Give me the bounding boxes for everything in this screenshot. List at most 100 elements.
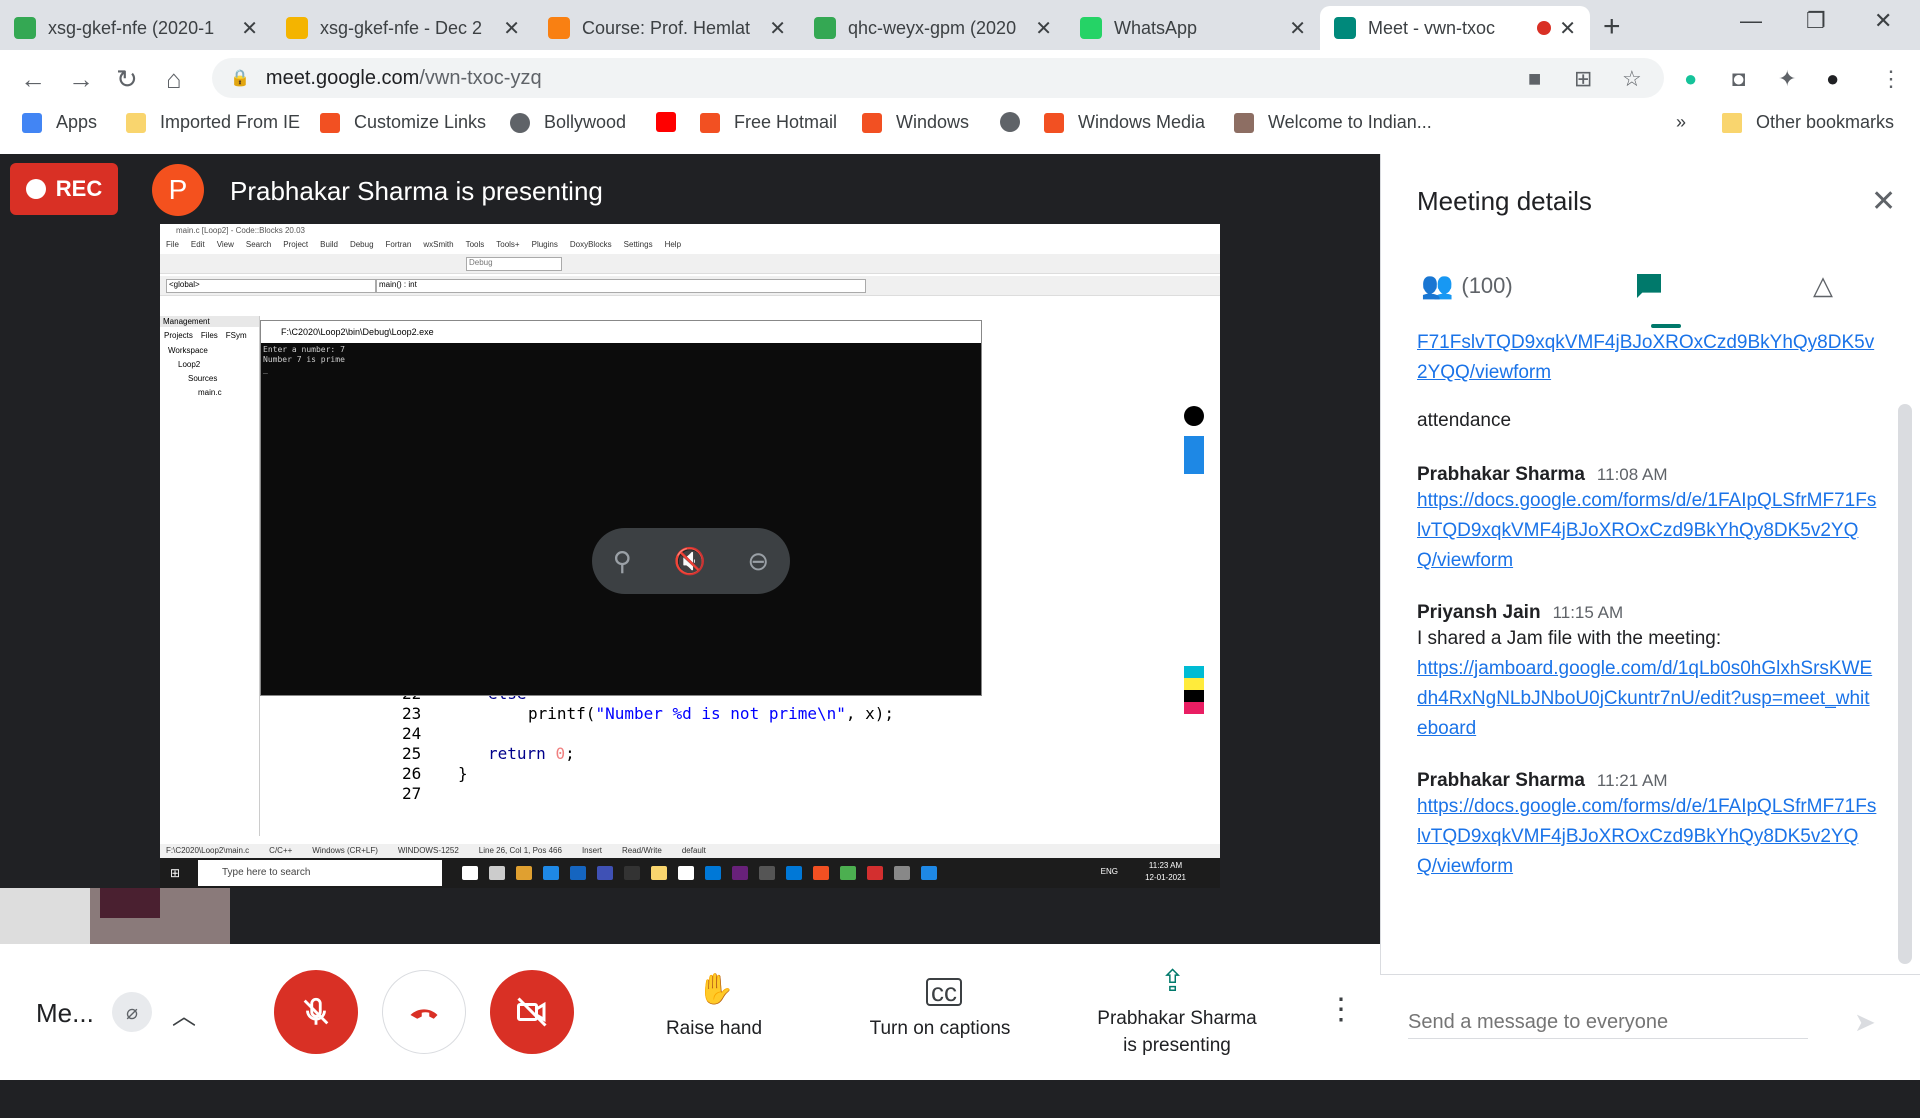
tab-people[interactable]: 👥 (100) <box>1421 270 1513 301</box>
tab-activities[interactable]: △ <box>1813 270 1833 301</box>
translate-icon[interactable]: ⊞ <box>1574 66 1592 92</box>
bookmark-item[interactable]: Imported From IE <box>126 112 300 133</box>
browser-tab[interactable]: xsg-gkef-nfe (2020-1 ✕ <box>0 6 272 50</box>
cursor-tool-icon <box>1184 436 1204 474</box>
self-view-video <box>0 888 90 946</box>
panel-title: Meeting details <box>1417 186 1592 216</box>
bookmark-item[interactable] <box>656 112 690 132</box>
chrome-menu-icon[interactable]: ⋮ <box>1880 66 1902 92</box>
attachment-icon[interactable]: ⌀ <box>112 992 152 1032</box>
camera-off-button[interactable] <box>490 970 574 1054</box>
browser-tab[interactable]: qhc-weyx-gpm (2020 ✕ <box>800 6 1066 50</box>
bookmark-item[interactable]: Windows <box>862 112 969 133</box>
taskbar-app-icon <box>489 866 505 880</box>
bookmarks-overflow-icon[interactable]: » <box>1676 112 1686 133</box>
management-tab: Files <box>200 331 218 340</box>
bookmark-label: Imported From IE <box>160 112 301 132</box>
send-icon[interactable]: ➤ <box>1854 1007 1876 1038</box>
browser-tab[interactable]: xsg-gkef-nfe - Dec 2 ✕ <box>272 6 534 50</box>
project-tree: Workspace Loop2 Sources main.c <box>160 344 259 400</box>
more-options-icon[interactable]: ⋮ <box>1326 992 1356 1027</box>
new-tab-button[interactable]: + <box>1603 10 1621 44</box>
browser-tab[interactable]: Course: Prof. Hemlat ✕ <box>534 6 800 50</box>
other-bookmarks[interactable]: Other bookmarks <box>1722 112 1894 133</box>
presenting-title: Prabhakar Sharma is presenting <box>230 176 603 206</box>
mute-icon[interactable]: 🔇 <box>673 546 705 577</box>
line-number: 23 <box>402 704 422 723</box>
restore-icon[interactable]: ❐ <box>1806 8 1826 34</box>
chat-link[interactable]: F71FslvTQD9xqkVMF4jBJoXROxCzd9BkYhQy8DK5… <box>1417 328 1877 388</box>
google-drive-icon <box>14 17 36 39</box>
minimize-icon[interactable]: — <box>1740 8 1762 34</box>
chat-link[interactable]: https://docs.google.com/forms/d/e/1FAIpQ… <box>1417 486 1877 576</box>
whatsapp-icon <box>1080 17 1102 39</box>
presenting-label-2: is presenting <box>1123 1035 1231 1056</box>
chat-scrollbar[interactable] <box>1898 404 1912 964</box>
taskbar-app-icon <box>921 866 937 880</box>
close-tab-icon[interactable]: ✕ <box>1289 16 1306 41</box>
close-tab-icon[interactable]: ✕ <box>1035 16 1052 41</box>
presenting-status-button[interactable]: Prabhakar Sharma is presenting <box>1084 1005 1270 1059</box>
microphone-off-button[interactable] <box>274 970 358 1054</box>
presenting-label-1: Prabhakar Sharma <box>1097 1008 1257 1029</box>
close-tab-icon[interactable]: ✕ <box>1559 16 1576 41</box>
recording-badge: REC <box>10 163 118 215</box>
lock-icon: 🔒 <box>230 70 250 87</box>
bookmark-item[interactable]: Free Hotmail <box>700 112 837 133</box>
codeblocks-scope-bar: <global> main() : int <box>160 276 1220 296</box>
meeting-code[interactable]: Me... <box>36 998 94 1029</box>
extensions-icon[interactable]: ✦ <box>1778 66 1796 92</box>
close-window-icon[interactable]: ✕ <box>1874 8 1892 34</box>
screenshot-extension-icon[interactable]: ◘ <box>1732 66 1745 92</box>
chat-input[interactable] <box>1408 1011 1808 1039</box>
bookmark-item[interactable] <box>1000 112 1034 132</box>
raise-hand-button[interactable]: Raise hand <box>654 1018 774 1040</box>
tab-label: xsg-gkef-nfe - Dec 2 <box>320 17 483 38</box>
leave-call-button[interactable] <box>382 970 466 1054</box>
bookmark-item[interactable]: Welcome to Indian... <box>1234 112 1432 133</box>
status-field: default <box>681 846 706 855</box>
browser-tab[interactable]: Meet - vwn-txoc ✕ <box>1320 6 1590 50</box>
url-path: /vwn-txoc-yzq <box>419 66 542 89</box>
chat-link[interactable]: https://jamboard.google.com/d/1qLb0s0hGl… <box>1417 654 1877 744</box>
chat-time: 11:08 AM <box>1596 465 1668 484</box>
tree-node: Workspace <box>168 346 208 355</box>
close-panel-icon[interactable]: ✕ <box>1871 184 1896 219</box>
home-icon[interactable]: ⌂ <box>166 64 182 95</box>
self-view-tile[interactable] <box>0 888 230 946</box>
browser-tab[interactable]: WhatsApp ✕ <box>1066 6 1320 50</box>
chevron-up-icon[interactable]: ︿ <box>172 996 196 1031</box>
bookmark-item[interactable]: Apps <box>22 112 97 133</box>
camera-in-use-icon[interactable]: ■ <box>1528 66 1541 92</box>
management-tab: FSym <box>225 331 247 340</box>
chat-link[interactable]: https://docs.google.com/forms/d/e/1FAIpQ… <box>1417 792 1877 882</box>
taskbar-app-icon <box>678 866 694 880</box>
people-icon: 👥 <box>1421 270 1454 300</box>
bookmark-item[interactable]: Windows Media <box>1044 112 1205 133</box>
tab-label: xsg-gkef-nfe (2020-1 <box>48 17 215 38</box>
captions-button[interactable]: Turn on captions <box>850 1018 1030 1040</box>
close-tab-icon[interactable]: ✕ <box>503 16 520 41</box>
bookmark-item[interactable]: Customize Links <box>320 112 486 133</box>
windows-start-icon: ⊞ <box>170 866 181 880</box>
close-tab-icon[interactable]: ✕ <box>241 16 258 41</box>
codeblocks-toolbar: Debug <box>160 254 1220 274</box>
tab-label: Meet - vwn-txoc <box>1368 17 1496 38</box>
bookmark-star-icon[interactable]: ☆ <box>1622 66 1642 92</box>
presenter-avatar: P <box>152 164 204 216</box>
profile-avatar[interactable]: ● <box>1826 66 1839 92</box>
back-icon[interactable]: ← <box>20 64 46 95</box>
address-bar[interactable]: 🔒 meet.google.com/vwn-txoc-yzq <box>212 58 1664 98</box>
reload-icon[interactable]: ↻ <box>116 64 138 95</box>
taskbar-app-icon <box>732 866 748 880</box>
bookmark-item[interactable]: Bollywood <box>510 112 626 133</box>
tab-chat[interactable] <box>1633 270 1665 302</box>
close-tab-icon[interactable]: ✕ <box>769 16 786 41</box>
chat-compose: ➤ <box>1380 974 1920 1080</box>
grammarly-icon[interactable]: ● <box>1684 66 1697 92</box>
taskbar-app-icon <box>786 866 802 880</box>
status-field: Read/Write <box>621 846 662 855</box>
forward-icon[interactable]: → <box>68 64 94 95</box>
pin-icon[interactable]: ⚲ <box>613 546 632 577</box>
remove-icon[interactable]: ⊖ <box>747 546 769 577</box>
